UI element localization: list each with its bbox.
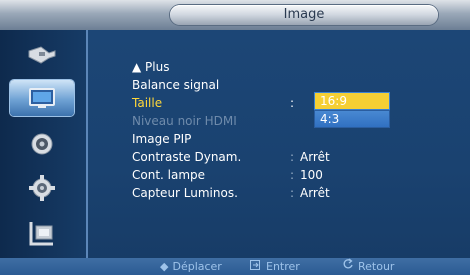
setup-icon — [28, 174, 56, 202]
dropdown-option-16-9[interactable]: 16:9 — [314, 92, 390, 110]
osd-window: Image ▲ Plus Balance signal Taille: Niv… — [0, 0, 470, 275]
multi-window-icon — [27, 220, 57, 248]
page-title: Image — [170, 5, 438, 25]
sound-icon — [29, 131, 55, 157]
sidebar — [0, 30, 86, 258]
hint-return: Retour — [342, 258, 394, 275]
dropdown-option-4-3[interactable]: 4:3 — [314, 110, 390, 128]
menu-item-pip[interactable]: Image PIP — [132, 130, 392, 148]
sidebar-item-picture[interactable] — [10, 80, 74, 116]
picture-icon — [27, 86, 57, 110]
title-bar: Image — [0, 0, 470, 30]
sidebar-item-multi-window[interactable] — [10, 216, 74, 252]
updown-arrow-icon: ◆ — [160, 260, 169, 273]
enter-icon — [250, 258, 262, 275]
size-dropdown[interactable]: 16:9 4:3 — [314, 92, 390, 128]
sidebar-item-sound[interactable] — [10, 126, 74, 162]
menu-item-brightness-sensor[interactable]: Capteur Luminos. : Arrêt — [132, 184, 392, 202]
menu-panel: ▲ Plus Balance signal Taille : Niveau no… — [86, 30, 470, 258]
footer-hints: ◆ Déplacer Entrer Retour — [0, 258, 470, 275]
menu-item-more[interactable]: ▲ Plus — [132, 58, 392, 76]
menu-item-lamp-control[interactable]: Cont. lampe : 100 — [132, 166, 392, 184]
sidebar-item-input[interactable] — [10, 36, 74, 72]
hint-move: ◆ Déplacer — [160, 260, 222, 273]
input-icon — [27, 43, 57, 65]
hint-enter: Entrer — [250, 258, 300, 275]
sidebar-item-setup[interactable] — [10, 170, 74, 206]
return-icon — [342, 258, 354, 275]
menu-item-dynamic-contrast[interactable]: Contraste Dynam. : Arrêt — [132, 148, 392, 166]
